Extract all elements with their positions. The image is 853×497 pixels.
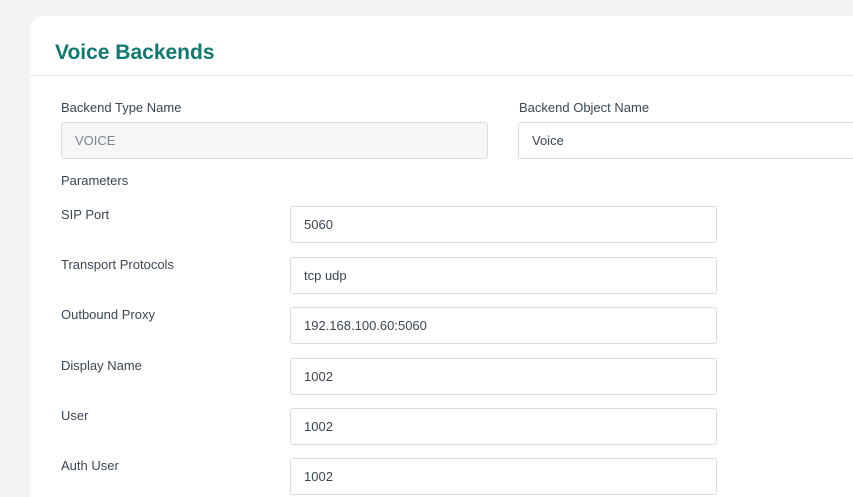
display-name-label: Display Name (61, 358, 142, 373)
backend-type-field[interactable] (61, 122, 488, 159)
parameters-heading: Parameters (61, 173, 129, 188)
auth-user-field[interactable] (290, 458, 717, 495)
outbound-proxy-label: Outbound Proxy (61, 307, 155, 322)
card-header: Voice Backends (30, 16, 853, 76)
backend-object-label: Backend Object Name (519, 100, 650, 115)
user-field[interactable] (290, 408, 717, 445)
backend-object-field[interactable] (518, 122, 853, 159)
display-name-field[interactable] (290, 358, 717, 395)
outbound-proxy-field[interactable] (290, 307, 717, 344)
user-label: User (61, 408, 89, 423)
backend-type-label: Backend Type Name (61, 100, 182, 115)
transport-protocols-field[interactable] (290, 257, 717, 294)
transport-protocols-label: Transport Protocols (61, 257, 174, 272)
sip-port-field[interactable] (290, 206, 717, 243)
sip-port-label: SIP Port (61, 207, 110, 222)
auth-user-label: Auth User (61, 458, 119, 473)
voice-backends-card: Voice Backends Backend Type Name Backend… (30, 16, 853, 497)
page-title: Voice Backends (55, 41, 215, 64)
